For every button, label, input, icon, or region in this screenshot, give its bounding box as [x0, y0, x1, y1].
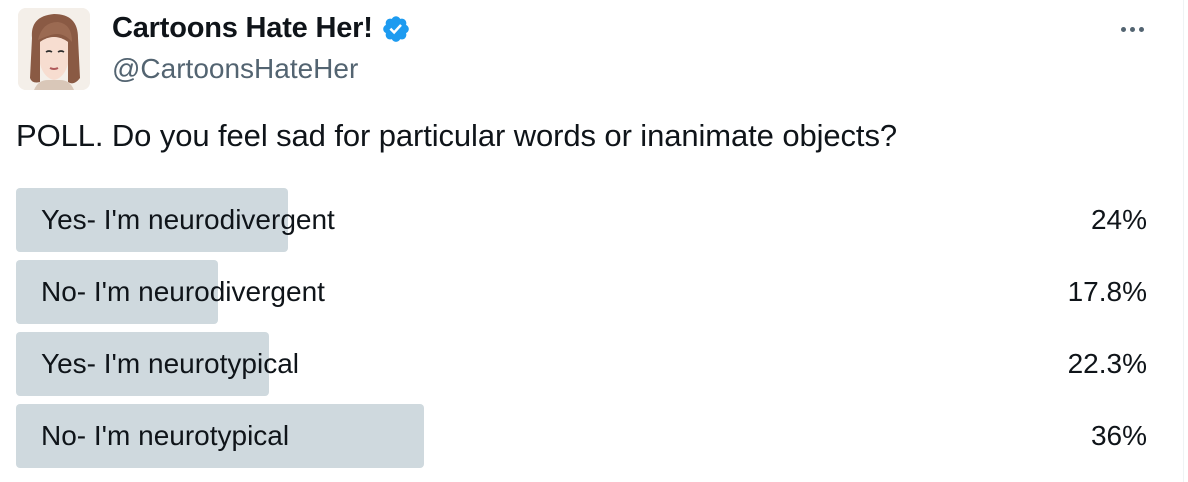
dot	[1120, 26, 1126, 32]
dot	[1129, 26, 1135, 32]
author-display-name[interactable]: Cartoons Hate Her!	[112, 12, 373, 45]
card-border	[1183, 0, 1184, 482]
poll-option-label: Yes- I'm neurodivergent	[41, 204, 335, 235]
poll-option: Yes- I'm neurodivergent 24%	[16, 188, 1166, 252]
poll-option-label: Yes- I'm neurotypical	[41, 348, 299, 379]
poll-option-percent: 36%	[1090, 420, 1147, 451]
poll-option-percent: 22.3%	[1067, 348, 1147, 379]
tweet-text: POLL. Do you feel sad for particular wor…	[16, 118, 897, 153]
poll-option: No- I'm neurodivergent 17.8%	[16, 260, 1166, 324]
poll: Yes- I'm neurodivergent 24% No- I'm neur…	[16, 188, 1166, 476]
more-horizontal-icon[interactable]	[1114, 14, 1150, 44]
avatar-illustration	[18, 8, 90, 90]
dot	[1138, 26, 1144, 32]
poll-option-label: No- I'm neurodivergent	[41, 276, 325, 307]
poll-option: No- I'm neurotypical 36%	[16, 404, 1166, 468]
verified-badge-icon[interactable]	[381, 14, 411, 44]
poll-option-percent: 17.8%	[1067, 276, 1147, 307]
author-name-row: Cartoons Hate Her!	[112, 12, 411, 45]
poll-option-percent: 24%	[1090, 204, 1147, 235]
author-handle[interactable]: @CartoonsHateHer	[112, 53, 358, 85]
avatar[interactable]	[18, 8, 90, 90]
poll-option: Yes- I'm neurotypical 22.3%	[16, 332, 1166, 396]
poll-option-label: No- I'm neurotypical	[41, 420, 290, 451]
